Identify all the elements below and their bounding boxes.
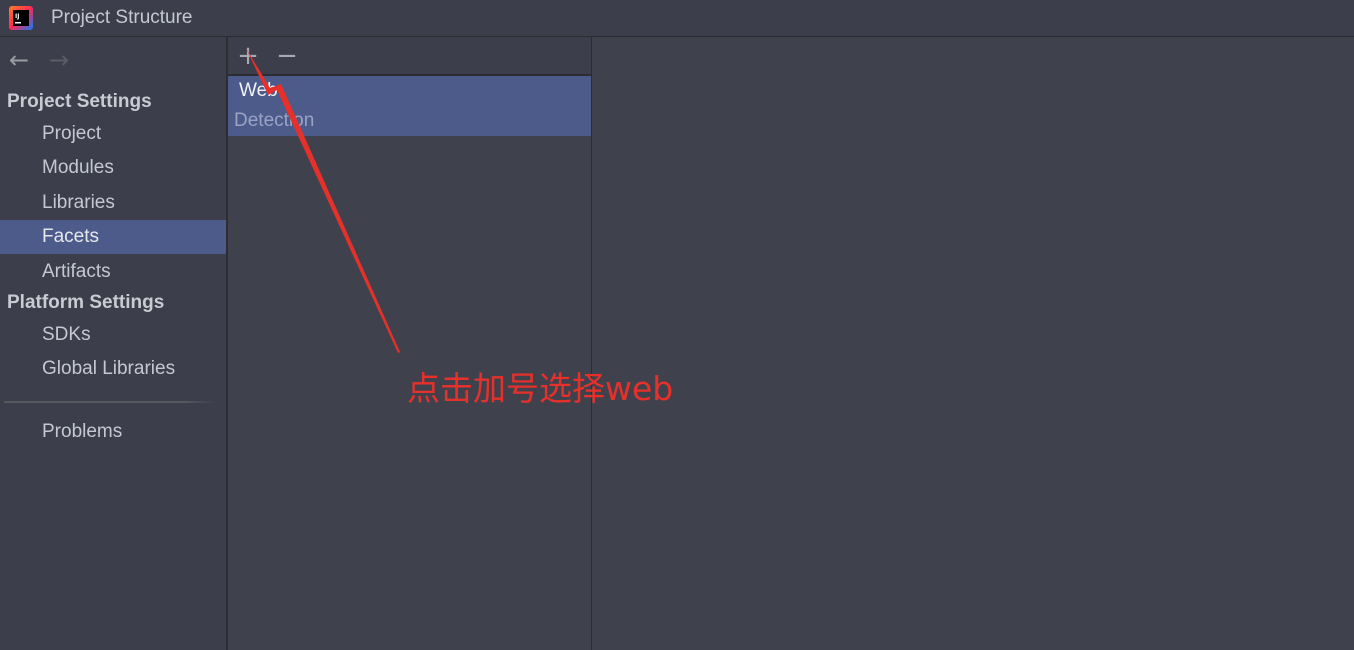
project-settings-header: Project Settings [7,91,152,112]
sidebar-item-libraries[interactable]: Libraries [0,186,226,220]
sidebar-item-problems[interactable]: Problems [0,415,226,449]
facet-list: Web Detection [228,76,591,136]
sidebar-item-facets[interactable]: Facets [0,220,226,254]
settings-sidebar: ← → Project Settings Project Modules Lib… [0,37,228,650]
project-structure-window: IJ Project Structure ← → Project Setting… [0,0,1354,650]
sidebar-item-project[interactable]: Project [0,117,226,151]
platform-settings-header: Platform Settings [7,292,165,313]
facet-item-detection[interactable]: Detection [228,106,591,136]
annotation-text: 点击加号选择web [407,369,674,408]
title-bar: IJ Project Structure [0,0,1354,37]
facets-panel: + − Web Detection [228,37,592,650]
sidebar-item-sdks[interactable]: SDKs [0,318,226,352]
arrow-right-icon[interactable]: → [42,47,76,73]
sidebar-item-global-libraries[interactable]: Global Libraries [0,352,226,386]
facets-toolbar: + − [228,37,591,76]
sidebar-separator [4,401,216,403]
facet-item-web[interactable]: Web [228,76,591,106]
svg-text:IJ: IJ [15,13,19,20]
nav-arrows: ← → [2,47,76,73]
remove-facet-button[interactable]: − [272,41,302,71]
window-title: Project Structure [51,7,193,28]
add-facet-button[interactable]: + [233,41,263,71]
arrow-left-icon[interactable]: ← [2,47,36,73]
facet-details-panel [592,37,1354,650]
sidebar-item-modules[interactable]: Modules [0,151,226,185]
intellij-idea-icon: IJ [9,6,33,30]
sidebar-item-artifacts[interactable]: Artifacts [0,255,226,289]
